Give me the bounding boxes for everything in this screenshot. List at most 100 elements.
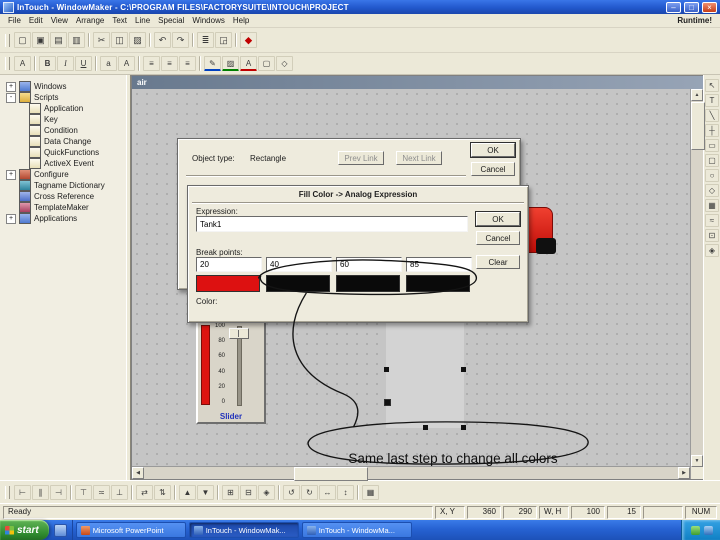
expression-input[interactable] <box>196 216 468 232</box>
tray-icon-2[interactable] <box>704 525 713 535</box>
taskbar-item-powerpoint[interactable]: Microsoft PowerPoint <box>75 522 186 538</box>
space-vertical-icon[interactable]: ⇅ <box>154 484 171 500</box>
menu-item[interactable]: Help <box>229 15 253 26</box>
vertical-scrollbar[interactable]: ▲ ▼ <box>690 89 705 479</box>
color-swatch-3[interactable] <box>336 275 400 292</box>
button-tool-icon[interactable]: ⊡ <box>705 229 719 242</box>
underline-icon[interactable]: U <box>75 56 92 71</box>
maximize-button[interactable]: □ <box>684 1 699 13</box>
scroll-left-icon[interactable]: ◀ <box>132 467 144 479</box>
break-point-input-3[interactable] <box>336 257 402 272</box>
toolbar-grip[interactable] <box>5 57 10 70</box>
open-window-icon[interactable]: ▣ <box>32 32 49 48</box>
scroll-right-icon[interactable]: ▶ <box>678 467 690 479</box>
align-center-icon[interactable]: ∥ <box>32 484 49 500</box>
start-button[interactable]: start <box>0 520 49 540</box>
rectangle-tool-icon[interactable]: ▭ <box>705 139 719 152</box>
tree-item-tagname-dictionary[interactable]: Tagname Dictionary <box>2 180 126 191</box>
italic-icon[interactable]: I <box>57 56 74 71</box>
send-to-back-icon[interactable]: ▼ <box>197 484 214 500</box>
selection-handle[interactable] <box>423 425 428 430</box>
text-tool-icon[interactable]: T <box>705 94 719 107</box>
paste-icon[interactable]: ▨ <box>129 32 146 48</box>
rotate-cw-icon[interactable]: ↻ <box>301 484 318 500</box>
group-icon[interactable]: ⊞ <box>222 484 239 500</box>
color-swatch-1[interactable] <box>196 275 260 292</box>
slider-widget[interactable]: 100 80 60 40 20 0 Slider <box>196 318 266 424</box>
align-bottom-icon[interactable]: ⊥ <box>111 484 128 500</box>
tank-rectangle[interactable] <box>384 308 466 430</box>
tree-item-condition[interactable]: Condition <box>2 125 126 136</box>
print-preview-icon[interactable]: ◲ <box>215 32 232 48</box>
slider-thumb[interactable] <box>229 328 249 339</box>
menu-item[interactable]: Line <box>131 15 154 26</box>
fill-cancel-button[interactable]: Cancel <box>476 231 520 245</box>
toolbar-grip[interactable] <box>5 33 10 47</box>
scroll-up-icon[interactable]: ▲ <box>691 89 703 101</box>
space-horizontal-icon[interactable]: ⇄ <box>136 484 153 500</box>
close-button[interactable]: × <box>702 1 717 13</box>
tray-icon-1[interactable] <box>691 525 700 535</box>
align-center-icon[interactable]: ≡ <box>161 56 178 71</box>
align-left-icon[interactable]: ≡ <box>143 56 160 71</box>
selection-handle[interactable] <box>384 399 391 406</box>
wizard-icon[interactable]: ◆ <box>240 32 257 48</box>
menu-item[interactable]: View <box>47 15 72 26</box>
cut-icon[interactable]: ✂ <box>93 32 110 48</box>
bring-to-front-icon[interactable]: ▲ <box>179 484 196 500</box>
tree-item-windows[interactable]: + Windows <box>2 81 126 92</box>
font-bigger-icon[interactable]: A <box>118 56 135 71</box>
menu-item[interactable]: Text <box>108 15 131 26</box>
color-swatch-2[interactable] <box>266 275 330 292</box>
drawing-canvas[interactable]: Object type: Rectangle Prev Link Next Li… <box>132 89 690 466</box>
copy-icon[interactable]: ◫ <box>111 32 128 48</box>
scroll-down-icon[interactable]: ▼ <box>691 455 703 467</box>
toolbar-grip[interactable] <box>5 485 10 499</box>
trend-tool-icon[interactable]: ≈ <box>705 214 719 227</box>
line-color-icon[interactable]: ✎ <box>204 56 221 71</box>
fill-ok-button[interactable]: OK <box>476 212 520 226</box>
symbol-tool-icon[interactable]: ◈ <box>705 244 719 257</box>
fill-color-icon[interactable]: ▨ <box>222 56 239 71</box>
taskbar-item-intouch-2[interactable]: InTouch - WindowMa... <box>301 522 412 538</box>
air-window-titlebar[interactable]: air <box>132 76 703 89</box>
polygon-tool-icon[interactable]: ◇ <box>705 184 719 197</box>
next-link-button[interactable]: Next Link <box>396 151 442 165</box>
horizontal-scroll-thumb[interactable] <box>294 467 368 481</box>
prev-link-button[interactable]: Prev Link <box>338 151 384 165</box>
color-swatch-4[interactable] <box>406 275 470 292</box>
expand-icon[interactable]: + <box>6 169 16 180</box>
rotate-ccw-icon[interactable]: ↺ <box>283 484 300 500</box>
align-top-icon[interactable]: ⊤ <box>75 484 92 500</box>
collapse-icon[interactable]: - <box>6 92 16 103</box>
tree-item-configure[interactable]: + Configure <box>2 169 126 180</box>
save-all-icon[interactable]: ▥ <box>68 32 85 48</box>
bitmap-tool-icon[interactable]: ▦ <box>705 199 719 212</box>
flip-horizontal-icon[interactable]: ↔ <box>319 484 336 500</box>
taskbar-item-intouch-1[interactable]: InTouch - WindowMak... <box>188 522 299 538</box>
break-point-input-4[interactable] <box>406 257 472 272</box>
align-right-icon[interactable]: ⊣ <box>50 484 67 500</box>
menu-item[interactable]: Edit <box>25 15 47 26</box>
bold-icon[interactable]: B <box>39 56 56 71</box>
runtime-button[interactable]: Runtime! <box>677 16 716 25</box>
link-cancel-button[interactable]: Cancel <box>471 162 515 176</box>
undo-icon[interactable]: ↶ <box>154 32 171 48</box>
clear-button[interactable]: Clear <box>476 255 520 269</box>
align-left-icon[interactable]: ⊢ <box>14 484 31 500</box>
redo-icon[interactable]: ↷ <box>172 32 189 48</box>
quick-launch-icon[interactable] <box>53 523 67 537</box>
select-tool-icon[interactable]: ↖ <box>705 79 719 92</box>
selection-handle[interactable] <box>461 367 466 372</box>
ellipse-tool-icon[interactable]: ○ <box>705 169 719 182</box>
tree-item-application[interactable]: Application <box>2 103 126 114</box>
save-window-icon[interactable]: ▤ <box>50 32 67 48</box>
tree-item-scripts[interactable]: - Scripts <box>2 92 126 103</box>
minimize-button[interactable]: – <box>666 1 681 13</box>
selection-handle[interactable] <box>384 367 389 372</box>
text-color-icon[interactable]: A <box>240 56 257 71</box>
tree-item-cross-reference[interactable]: Cross Reference <box>2 191 126 202</box>
snap-grid-icon[interactable]: ▦ <box>362 484 379 500</box>
transparent-color-icon[interactable]: ◇ <box>276 56 293 71</box>
menu-item[interactable]: Special <box>154 15 188 26</box>
